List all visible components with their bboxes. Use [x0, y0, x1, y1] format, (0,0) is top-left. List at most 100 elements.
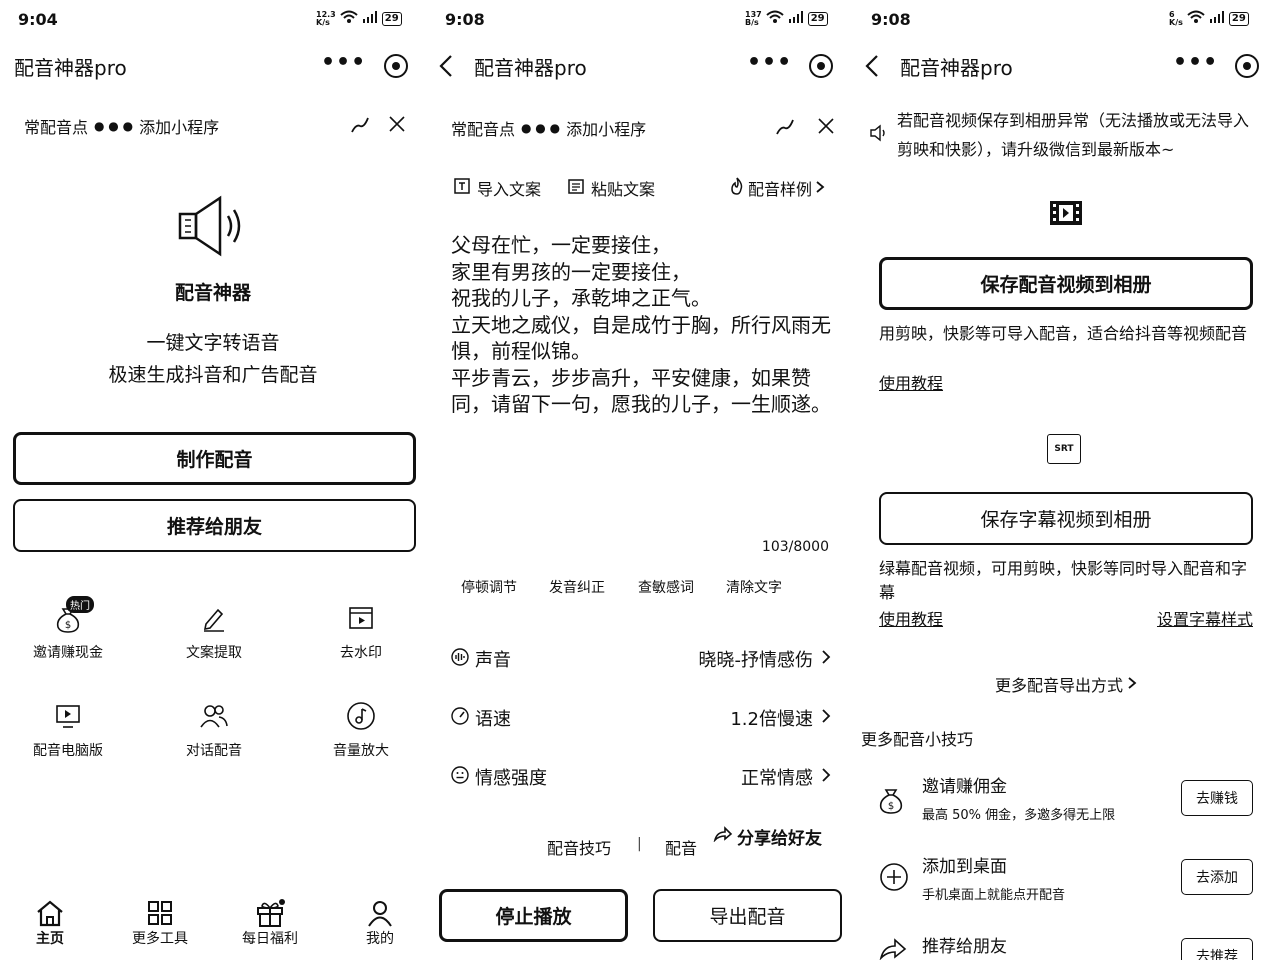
status-time: 9:04: [18, 10, 58, 29]
status-icons: 137 B/s 29: [745, 10, 828, 27]
sensitive-words-button[interactable]: 查敏感词: [638, 577, 694, 597]
grid-label: 对话配音: [186, 743, 242, 759]
import-text-label: 导入文案: [477, 180, 542, 199]
grid-label: 音量放大: [333, 743, 389, 759]
editor-screen: 9:08 137 B/s 29 配音神器pro ••• 常配音点 ● ● ● 添…: [427, 0, 853, 960]
speed-setting-row[interactable]: 语速 1.2倍慢速: [451, 705, 831, 731]
grid-label: 配音电脑版: [33, 743, 103, 759]
close-miniprogram-icon[interactable]: [809, 54, 833, 78]
svg-text:$: $: [888, 801, 894, 812]
recommend-friend-button[interactable]: 推荐给朋友: [13, 499, 416, 552]
close-prompt-icon[interactable]: [388, 115, 406, 137]
clear-text-button[interactable]: 清除文字: [726, 577, 782, 597]
tip-title: 推荐给朋友: [922, 937, 1007, 957]
tab-mine[interactable]: 我的: [340, 898, 420, 948]
speaker-icon: [869, 124, 889, 146]
separator: |: [637, 836, 642, 852]
make-dubbing-button[interactable]: 制作配音: [13, 432, 416, 485]
smiley-icon: [451, 765, 469, 789]
dub-link[interactable]: 配音: [665, 835, 697, 859]
script-textarea[interactable]: 父母在忙，一定要接住， 家里有男孩的一定要接住， 祝我的儿子，承乾坤之正气。 立…: [451, 232, 831, 418]
back-icon[interactable]: [439, 54, 453, 82]
pen-icon[interactable]: [350, 114, 370, 138]
battery-icon: 29: [1228, 11, 1249, 26]
prompt-text: 常配音点: [24, 118, 89, 137]
tab-label: 每日福利: [242, 931, 298, 947]
slogan-line2: 极速生成抖音和广告配音: [108, 364, 318, 386]
emotion-setting-row[interactable]: 情感强度 正常情感: [451, 764, 831, 790]
more-icon[interactable]: •••: [747, 50, 792, 75]
tips-link[interactable]: 配音技巧: [547, 835, 611, 859]
add-desktop-button[interactable]: 去添加: [1181, 859, 1253, 895]
network-speed: 12.3 K/s: [316, 9, 336, 27]
close-prompt-icon[interactable]: [817, 117, 835, 139]
add-miniprogram-link[interactable]: 添加小程序: [566, 116, 646, 140]
network-speed: 6 K/s: [1169, 9, 1183, 27]
tip-title: 添加到桌面: [922, 857, 1007, 877]
gift-icon: [230, 898, 310, 928]
signal-icon: [362, 11, 378, 26]
grid-dialog-dubbing[interactable]: 对话配音: [154, 700, 274, 760]
export-screen: 9:08 6 K/s 29 配音神器pro ••• 若配音视频保存到相册异常（无…: [853, 0, 1279, 960]
dots-icon: ● ● ●: [521, 121, 561, 135]
export-dubbing-button[interactable]: 导出配音: [653, 889, 842, 942]
share-friend-button[interactable]: 分享给好友: [713, 824, 822, 849]
grid-icon: [120, 898, 200, 928]
grid-copy-extract[interactable]: 文案提取: [154, 602, 274, 662]
tab-daily-benefits[interactable]: 每日福利: [230, 898, 310, 948]
chevron-right-icon: [821, 649, 831, 670]
samples-link[interactable]: 配音样例: [729, 176, 825, 200]
grid-remove-watermark[interactable]: 去水印: [301, 602, 421, 662]
slogan-line1: 一键文字转语音: [146, 332, 280, 354]
film-icon: [1049, 200, 1083, 230]
save-video-desc: 用剪映，快影等可导入配音，适合给抖音等视频配音: [879, 324, 1248, 343]
wifi-icon: [340, 10, 358, 27]
chevron-right-icon: [815, 179, 825, 198]
grid-desktop-version[interactable]: 配音电脑版: [8, 700, 128, 760]
tutorial-link-2[interactable]: 使用教程: [879, 606, 943, 630]
home-icon: [10, 898, 90, 928]
wifi-icon: [766, 10, 784, 27]
import-text-button[interactable]: 导入文案: [453, 176, 541, 200]
close-miniprogram-icon[interactable]: [1235, 54, 1259, 78]
pen-icon[interactable]: [775, 116, 795, 140]
recommend-button[interactable]: 去推荐: [1181, 938, 1253, 960]
grid-label: 文案提取: [186, 645, 242, 661]
tab-more-tools[interactable]: 更多工具: [120, 898, 200, 948]
dots-icon: ● ● ●: [94, 119, 134, 133]
pause-adjust-button[interactable]: 停顿调节: [461, 577, 517, 597]
clipboard-icon: [567, 177, 585, 199]
stop-playback-button[interactable]: 停止播放: [439, 889, 628, 942]
close-miniprogram-icon[interactable]: [384, 54, 408, 78]
battery-icon: 29: [381, 11, 402, 26]
chevron-right-icon: [821, 708, 831, 729]
save-video-button[interactable]: 保存配音视频到相册: [879, 257, 1253, 310]
monitor-icon: [8, 700, 128, 732]
grid-volume-boost[interactable]: 音量放大: [301, 700, 421, 760]
emotion-label: 情感强度: [475, 768, 547, 789]
tutorial-link-1[interactable]: 使用教程: [879, 370, 943, 394]
music-note-icon: [301, 700, 421, 732]
user-icon: [340, 898, 420, 928]
earn-money-button[interactable]: 去赚钱: [1181, 780, 1253, 816]
save-subtitle-video-button[interactable]: 保存字幕视频到相册: [879, 492, 1253, 545]
speed-value: 1.2倍慢速: [730, 709, 813, 730]
grid-invite-cash[interactable]: $ 热门 邀请赚现金: [8, 596, 128, 662]
paste-text-button[interactable]: 粘贴文案: [567, 176, 655, 200]
voice-value: 晓晓-抒情感伤: [698, 650, 814, 671]
pronunciation-fix-button[interactable]: 发音纠正: [549, 577, 605, 597]
status-icons: 12.3 K/s 29: [316, 10, 402, 27]
more-icon[interactable]: •••: [321, 50, 366, 75]
back-icon[interactable]: [865, 54, 879, 82]
notice-text: 若配音视频保存到相册异常（无法播放或无法导入剪映和快影），请升级微信到最新版本~: [897, 111, 1250, 159]
voice-setting-row[interactable]: 声音 晓晓-抒情感伤: [451, 646, 831, 672]
more-export-link[interactable]: 更多配音导出方式: [853, 672, 1279, 696]
page-title: 配音神器pro: [900, 56, 1013, 80]
add-miniprogram-link[interactable]: 添加小程序: [139, 114, 219, 138]
subtitle-style-link[interactable]: 设置字幕样式: [1157, 606, 1253, 630]
home-screen: 9:04 12.3 K/s 29 配音神器pro ••• 常配音点 ● ● ● …: [0, 0, 426, 960]
tab-home[interactable]: 主页: [10, 898, 90, 948]
speaker-logo-icon: [176, 194, 246, 262]
more-icon[interactable]: •••: [1173, 50, 1218, 75]
speed-label: 语速: [475, 709, 511, 730]
